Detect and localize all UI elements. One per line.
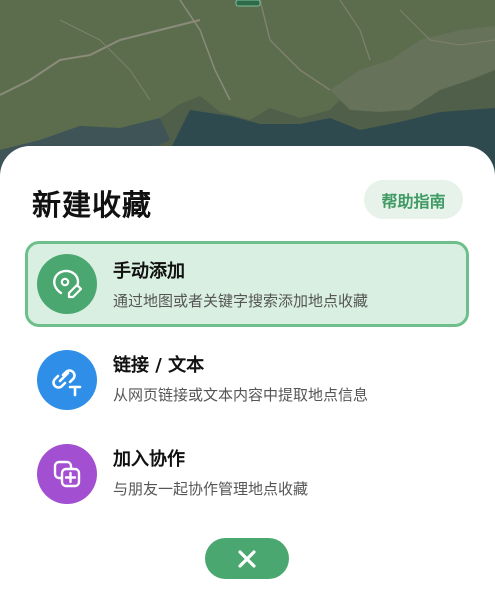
option-link-text[interactable]: 链接 / 文本 从网页链接或文本内容中提取地点信息 (25, 337, 469, 423)
option-manual-add[interactable]: 手动添加 通过地图或者关键字搜索添加地点收藏 (25, 241, 469, 327)
close-button[interactable] (205, 538, 289, 579)
option-description: 从网页链接或文本内容中提取地点信息 (113, 386, 369, 404)
link-text-icon (37, 350, 97, 410)
option-label: 手动添加 (113, 261, 185, 282)
option-description: 与朋友一起协作管理地点收藏 (113, 480, 309, 498)
map-pin-edit-icon (37, 254, 97, 314)
new-favorite-sheet: 新建收藏 帮助指南 手动添加 通过地图或者关键字搜索添加地点收藏 链接 / 文本… (0, 146, 495, 598)
sheet-title: 新建收藏 (32, 188, 153, 222)
option-description: 通过地图或者关键字搜索添加地点收藏 (113, 292, 369, 310)
help-guide-button[interactable]: 帮助指南 (364, 180, 463, 219)
collaborate-icon (37, 444, 97, 504)
option-join-collaboration[interactable]: 加入协作 与朋友一起协作管理地点收藏 (25, 431, 469, 517)
close-icon (238, 549, 256, 568)
option-label: 链接 / 文本 (113, 355, 205, 376)
option-label: 加入协作 (113, 449, 185, 470)
